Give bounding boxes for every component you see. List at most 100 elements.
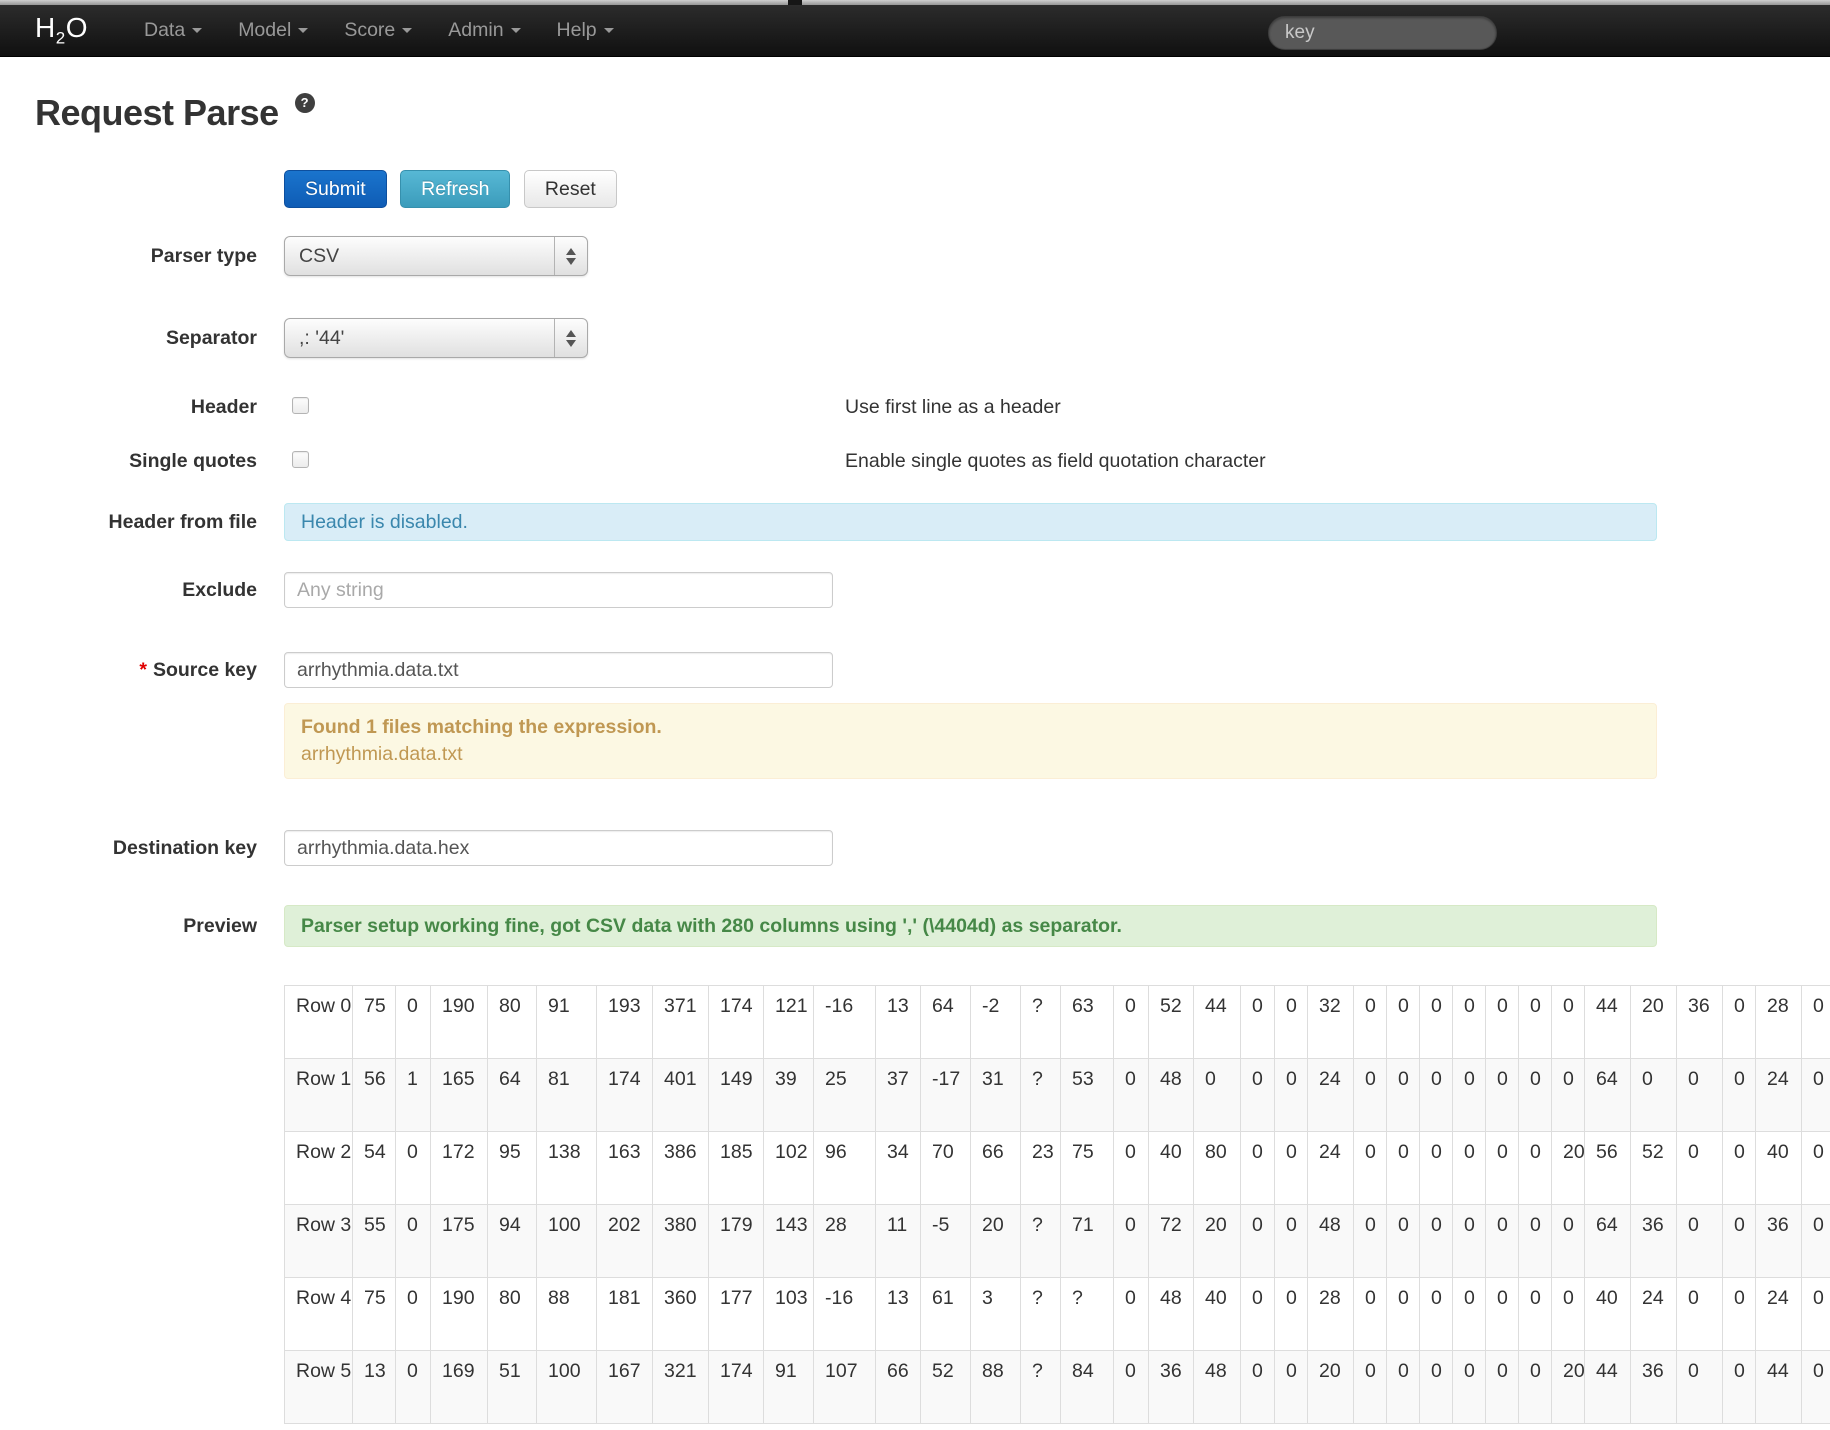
menu-help[interactable]: Help <box>557 19 614 42</box>
table-cell: 0 <box>1551 1058 1585 1132</box>
table-cell: 48 <box>1193 1350 1241 1424</box>
source-key-input[interactable] <box>284 652 833 688</box>
table-cell: 360 <box>652 1277 709 1351</box>
table-cell: 0 <box>1353 1204 1387 1278</box>
header-checkbox[interactable] <box>292 397 309 414</box>
source-key-label-text: Source key <box>152 659 257 681</box>
single-quotes-label: Single quotes <box>129 450 257 472</box>
table-cell: 143 <box>763 1204 814 1278</box>
table-cell: 34 <box>875 1131 921 1205</box>
row-label: Row 0 <box>284 985 353 1059</box>
table-cell: -5 <box>920 1204 971 1278</box>
table-cell: 80 <box>487 1277 537 1351</box>
menu-help-label: Help <box>556 19 597 41</box>
table-cell: 0 <box>1518 1277 1552 1351</box>
table-cell: 0 <box>1240 1277 1275 1351</box>
chevron-down-icon <box>192 28 203 34</box>
table-cell: 36 <box>1676 985 1723 1059</box>
table-cell: 0 <box>395 1277 431 1351</box>
menu-admin[interactable]: Admin <box>448 19 521 42</box>
table-row: Row 5 13 0 169 51 100 167 321 174 91 107 66 52 88? 84 0… <box>284 1350 1830 1424</box>
parser-type-select[interactable]: CSV <box>284 236 588 276</box>
table-cell: 55 <box>352 1204 396 1278</box>
parser-type-label: Parser type <box>150 245 257 267</box>
table-cell: 53 <box>1060 1058 1114 1132</box>
table-cell: 44 <box>1193 985 1241 1059</box>
table-cell: 70 <box>920 1131 971 1205</box>
logo-o: O <box>65 12 88 44</box>
table-cell: ? <box>1060 1277 1114 1351</box>
table-cell: -16 <box>813 1277 876 1351</box>
table-cell: 20 <box>970 1204 1021 1278</box>
table-cell: 48 <box>1148 1058 1194 1132</box>
table-cell: 0 <box>1485 985 1519 1059</box>
table-cell: 0 <box>1419 1131 1453 1205</box>
table-cell: 0 <box>1801 985 1830 1059</box>
table-cell: 100 <box>536 1204 597 1278</box>
table-cell: 36 <box>1630 1350 1677 1424</box>
table-cell: 13 <box>875 1277 921 1351</box>
table-cell: 0 <box>1676 1350 1723 1424</box>
single-quotes-row: Single quotes Enable single quotes as fi… <box>0 450 1830 474</box>
preview-table-container[interactable]: Row 0 75 0 190 80 91 193 371 174 121 -16 13 64 -2? 63 0… <box>284 985 1830 1424</box>
table-cell: 167 <box>596 1350 653 1424</box>
table-cell: 88 <box>536 1277 597 1351</box>
table-cell: 0 <box>1113 985 1149 1059</box>
table-cell: 0 <box>1518 1131 1552 1205</box>
table-cell: 0 <box>1452 1277 1486 1351</box>
exclude-label: Exclude <box>182 579 257 601</box>
table-cell: 0 <box>1722 1277 1756 1351</box>
table-cell: 84 <box>1060 1350 1114 1424</box>
table-cell: 174 <box>708 1350 764 1424</box>
submit-button[interactable]: Submit <box>284 170 387 208</box>
reset-button[interactable]: Reset <box>523 170 617 208</box>
table-cell: 88 <box>970 1350 1021 1424</box>
menu-data[interactable]: Data <box>143 19 203 42</box>
table-cell: 0 <box>1274 1204 1308 1278</box>
required-asterisk: * <box>139 659 147 681</box>
key-search-input[interactable] <box>1268 16 1497 50</box>
table-cell: 193 <box>596 985 653 1059</box>
parser-status-alert: Parser setup working fine, got CSV data … <box>284 905 1657 947</box>
table-cell: 0 <box>1113 1204 1149 1278</box>
table-cell: 51 <box>487 1350 537 1424</box>
destination-key-input[interactable] <box>284 830 833 866</box>
table-cell: 138 <box>536 1131 597 1205</box>
table-cell: 0 <box>1485 1277 1519 1351</box>
table-cell: 169 <box>430 1350 488 1424</box>
menu-data-label: Data <box>143 19 186 41</box>
table-cell: 24 <box>1307 1058 1354 1132</box>
table-cell: 44 <box>1584 985 1631 1059</box>
exclude-input[interactable] <box>284 572 833 608</box>
separator-select[interactable]: ,: '44' <box>284 318 588 358</box>
table-cell: 107 <box>813 1350 876 1424</box>
menu-model[interactable]: Model <box>238 19 309 42</box>
table-cell: 75 <box>352 985 396 1059</box>
table-cell: 0 <box>1386 1277 1420 1351</box>
table-cell: 0 <box>1113 1350 1149 1424</box>
table-cell: 81 <box>536 1058 597 1132</box>
help-icon[interactable]: ? <box>294 93 315 113</box>
preview-table: Row 0 75 0 190 80 91 193 371 174 121 -16 13 64 -2? 63 0… <box>284 985 1830 1424</box>
table-cell: 386 <box>652 1131 709 1205</box>
table-cell: 11 <box>875 1204 921 1278</box>
header-row: Header Use first line as a header <box>0 396 1830 420</box>
h2o-logo[interactable]: H2O <box>35 12 88 49</box>
table-cell: 13 <box>875 985 921 1059</box>
table-cell: 0 <box>1419 1277 1453 1351</box>
navbar: H2O Data Model Score Admin Help <box>0 5 1830 57</box>
table-cell: ? <box>1020 1058 1061 1132</box>
table-cell: 48 <box>1307 1204 1354 1278</box>
table-cell: 1 <box>395 1058 431 1132</box>
refresh-button[interactable]: Refresh <box>400 170 511 208</box>
menu-score[interactable]: Score <box>344 19 413 42</box>
table-row: Row 1 56 1 165 64 81 174 401 149 39 25 37 -17 31? 53 0 4… <box>284 1058 1830 1132</box>
table-cell: 44 <box>1755 1350 1802 1424</box>
separator-row: Separator ,: '44' <box>0 318 1830 358</box>
table-cell: 0 <box>395 1350 431 1424</box>
nav-menu: Data Model Score Admin Help <box>144 19 650 42</box>
single-quotes-checkbox[interactable] <box>292 451 309 468</box>
table-cell: 40 <box>1584 1277 1631 1351</box>
table-cell: 0 <box>1452 1131 1486 1205</box>
select-spinner-icon <box>554 237 587 275</box>
